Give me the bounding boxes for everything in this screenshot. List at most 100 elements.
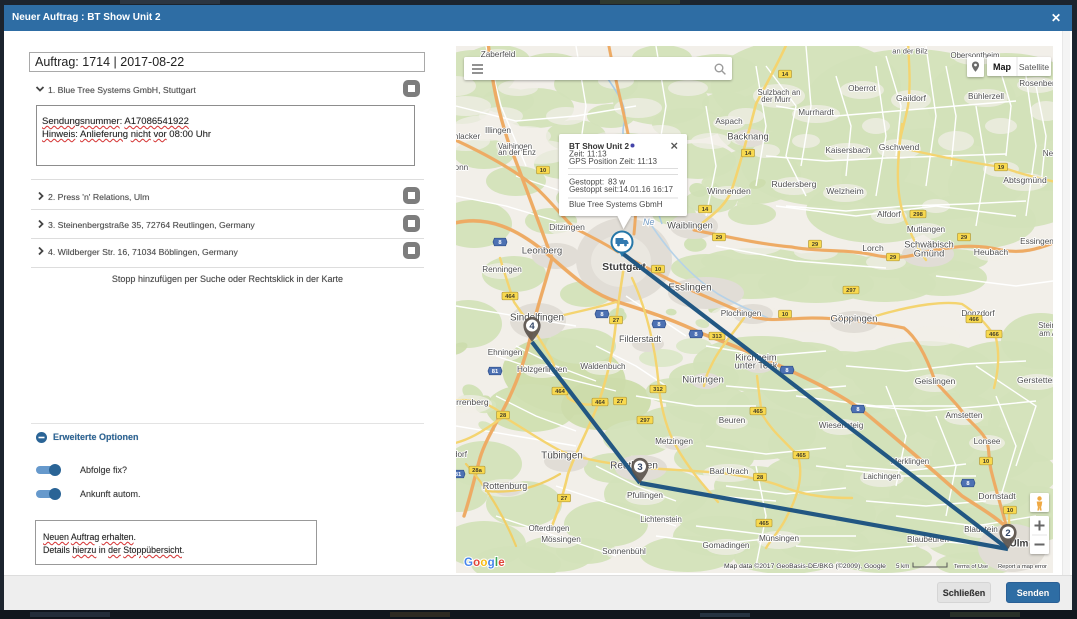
svg-text:14: 14 — [782, 72, 789, 78]
svg-text:der Murr: der Murr — [761, 95, 791, 104]
svg-text:Münsingen: Münsingen — [759, 534, 800, 543]
svg-text:19: 19 — [998, 165, 1005, 171]
svg-text:10: 10 — [655, 267, 661, 273]
svg-text:297: 297 — [640, 418, 650, 424]
svg-text:Lorch: Lorch — [862, 243, 884, 253]
svg-text:2: 2 — [1005, 528, 1010, 539]
svg-text:10: 10 — [983, 459, 989, 465]
svg-text:27: 27 — [617, 399, 623, 405]
svg-text:GPS Position Zeit: 11:13: GPS Position Zeit: 11:13 — [569, 157, 658, 166]
svg-text:Terms of Use: Terms of Use — [954, 564, 988, 570]
svg-text:Aspach: Aspach — [715, 117, 743, 126]
svg-text:464: 464 — [505, 294, 515, 300]
svg-text:Waiblingen: Waiblingen — [667, 220, 713, 230]
svg-text:Laichingen: Laichingen — [863, 472, 901, 481]
svg-text:Map data ©2017 GeoBasis-DE/BKG: Map data ©2017 GeoBasis-DE/BKG (©2009), … — [724, 562, 886, 570]
svg-text:Abtsgmünd: Abtsgmünd — [1003, 175, 1047, 185]
svg-text:Report a map error: Report a map error — [998, 564, 1047, 570]
svg-text:14: 14 — [745, 151, 752, 157]
svg-text:29: 29 — [812, 242, 819, 248]
svg-text:465: 465 — [753, 409, 763, 415]
svg-text:Göppingen: Göppingen — [831, 314, 878, 325]
svg-text:81: 81 — [456, 472, 462, 478]
svg-text:Illingen: Illingen — [485, 126, 511, 135]
svg-text:464: 464 — [555, 389, 565, 395]
svg-text:Heubach: Heubach — [974, 247, 1009, 257]
svg-text:Google: Google — [464, 557, 505, 569]
svg-text:Rosenber: Rosenber — [1019, 79, 1053, 88]
svg-text:dorf: dorf — [456, 450, 468, 459]
svg-text:Gschwend: Gschwend — [879, 142, 920, 152]
svg-text:4: 4 — [529, 321, 535, 332]
svg-text:Gmünd: Gmünd — [914, 248, 945, 258]
svg-text:466: 466 — [989, 332, 999, 338]
svg-text:Winnenden: Winnenden — [707, 186, 751, 196]
svg-text:Nürtingen: Nürtingen — [682, 375, 724, 386]
svg-text:464: 464 — [595, 400, 605, 406]
svg-text:am A: am A — [1039, 329, 1053, 338]
svg-text:Oberrot: Oberrot — [848, 84, 876, 93]
svg-text:28: 28 — [500, 413, 507, 419]
svg-text:29: 29 — [716, 235, 723, 241]
svg-text:Lichtenstein: Lichtenstein — [640, 515, 682, 524]
svg-text:28: 28 — [757, 475, 764, 481]
svg-text:Renningen: Renningen — [482, 265, 522, 274]
svg-text:Gestoppt seit:14.01.16 16:17: Gestoppt seit:14.01.16 16:17 — [569, 185, 673, 194]
svg-text:an der Bilz: an der Bilz — [892, 47, 928, 56]
svg-text:298: 298 — [913, 212, 923, 218]
svg-text:Tübingen: Tübingen — [541, 451, 583, 462]
svg-text:466: 466 — [969, 317, 979, 323]
svg-text:Mutlangen: Mutlangen — [907, 225, 946, 234]
svg-text:an der Enz: an der Enz — [498, 148, 536, 157]
svg-text:Leonberg: Leonberg — [522, 246, 563, 257]
svg-text:29: 29 — [890, 255, 897, 261]
svg-text:10: 10 — [540, 168, 546, 174]
svg-text:Kaisersbach: Kaisersbach — [825, 146, 871, 155]
svg-text:465: 465 — [796, 453, 806, 459]
svg-text:Backnang: Backnang — [727, 131, 768, 141]
svg-text:Holzgerlingen: Holzgerlingen — [517, 365, 568, 374]
svg-text:313: 313 — [712, 334, 722, 340]
svg-text:hlacker: hlacker — [456, 132, 480, 141]
svg-text:465: 465 — [759, 521, 769, 527]
svg-text:5 km: 5 km — [896, 563, 909, 570]
svg-text:Pfullingen: Pfullingen — [627, 491, 663, 500]
svg-text:10: 10 — [782, 312, 788, 318]
svg-text:Bad Urach: Bad Urach — [710, 467, 749, 476]
svg-text:Rudersberg: Rudersberg — [772, 179, 817, 189]
svg-text:Gomadingen: Gomadingen — [703, 541, 750, 550]
svg-text:Filderstadt: Filderstadt — [619, 334, 662, 344]
svg-text:Rottenburg: Rottenburg — [483, 481, 528, 491]
svg-text:Bühlerzell: Bühlerzell — [968, 92, 1004, 101]
svg-text:Ofterdingen: Ofterdingen — [529, 524, 570, 533]
svg-text:27: 27 — [613, 318, 619, 324]
svg-text:27: 27 — [561, 496, 567, 502]
svg-text:Plochingen: Plochingen — [721, 309, 762, 318]
svg-text:Essingen: Essingen — [1020, 237, 1053, 246]
svg-text:Murrhardt: Murrhardt — [798, 108, 834, 117]
svg-text:Beuren: Beuren — [719, 416, 746, 425]
svg-text:Mössingen: Mössingen — [541, 535, 581, 544]
svg-text:312: 312 — [653, 387, 663, 393]
svg-text:Lonsee: Lonsee — [974, 437, 1001, 446]
svg-text:Ehningen: Ehningen — [488, 348, 523, 357]
svg-text:Welzheim: Welzheim — [826, 186, 864, 196]
svg-text:Ditzingen: Ditzingen — [549, 222, 585, 232]
svg-text:297: 297 — [846, 288, 856, 294]
svg-text:ronn: ronn — [456, 163, 469, 172]
svg-text:Alfdorf: Alfdorf — [877, 210, 901, 219]
svg-text:Blue Tree Systems GbmH: Blue Tree Systems GbmH — [569, 200, 663, 209]
svg-text:28a: 28a — [472, 468, 482, 474]
svg-text:Sonnenbühl: Sonnenbühl — [602, 547, 646, 556]
svg-text:Map: Map — [993, 62, 1012, 72]
svg-text:Satellite: Satellite — [1019, 62, 1050, 72]
svg-text:Gerstetten: Gerstetten — [1017, 375, 1053, 385]
svg-text:Dornstadt: Dornstadt — [978, 491, 1016, 501]
svg-text:Metzingen: Metzingen — [655, 437, 693, 446]
svg-text:Ne: Ne — [643, 217, 655, 227]
svg-text:14: 14 — [702, 207, 709, 213]
svg-text:errenberg: errenberg — [456, 397, 489, 407]
svg-text:Amstetten: Amstetten — [946, 411, 983, 420]
svg-text:Waldenbuch: Waldenbuch — [580, 362, 626, 371]
svg-text:29: 29 — [961, 235, 968, 241]
